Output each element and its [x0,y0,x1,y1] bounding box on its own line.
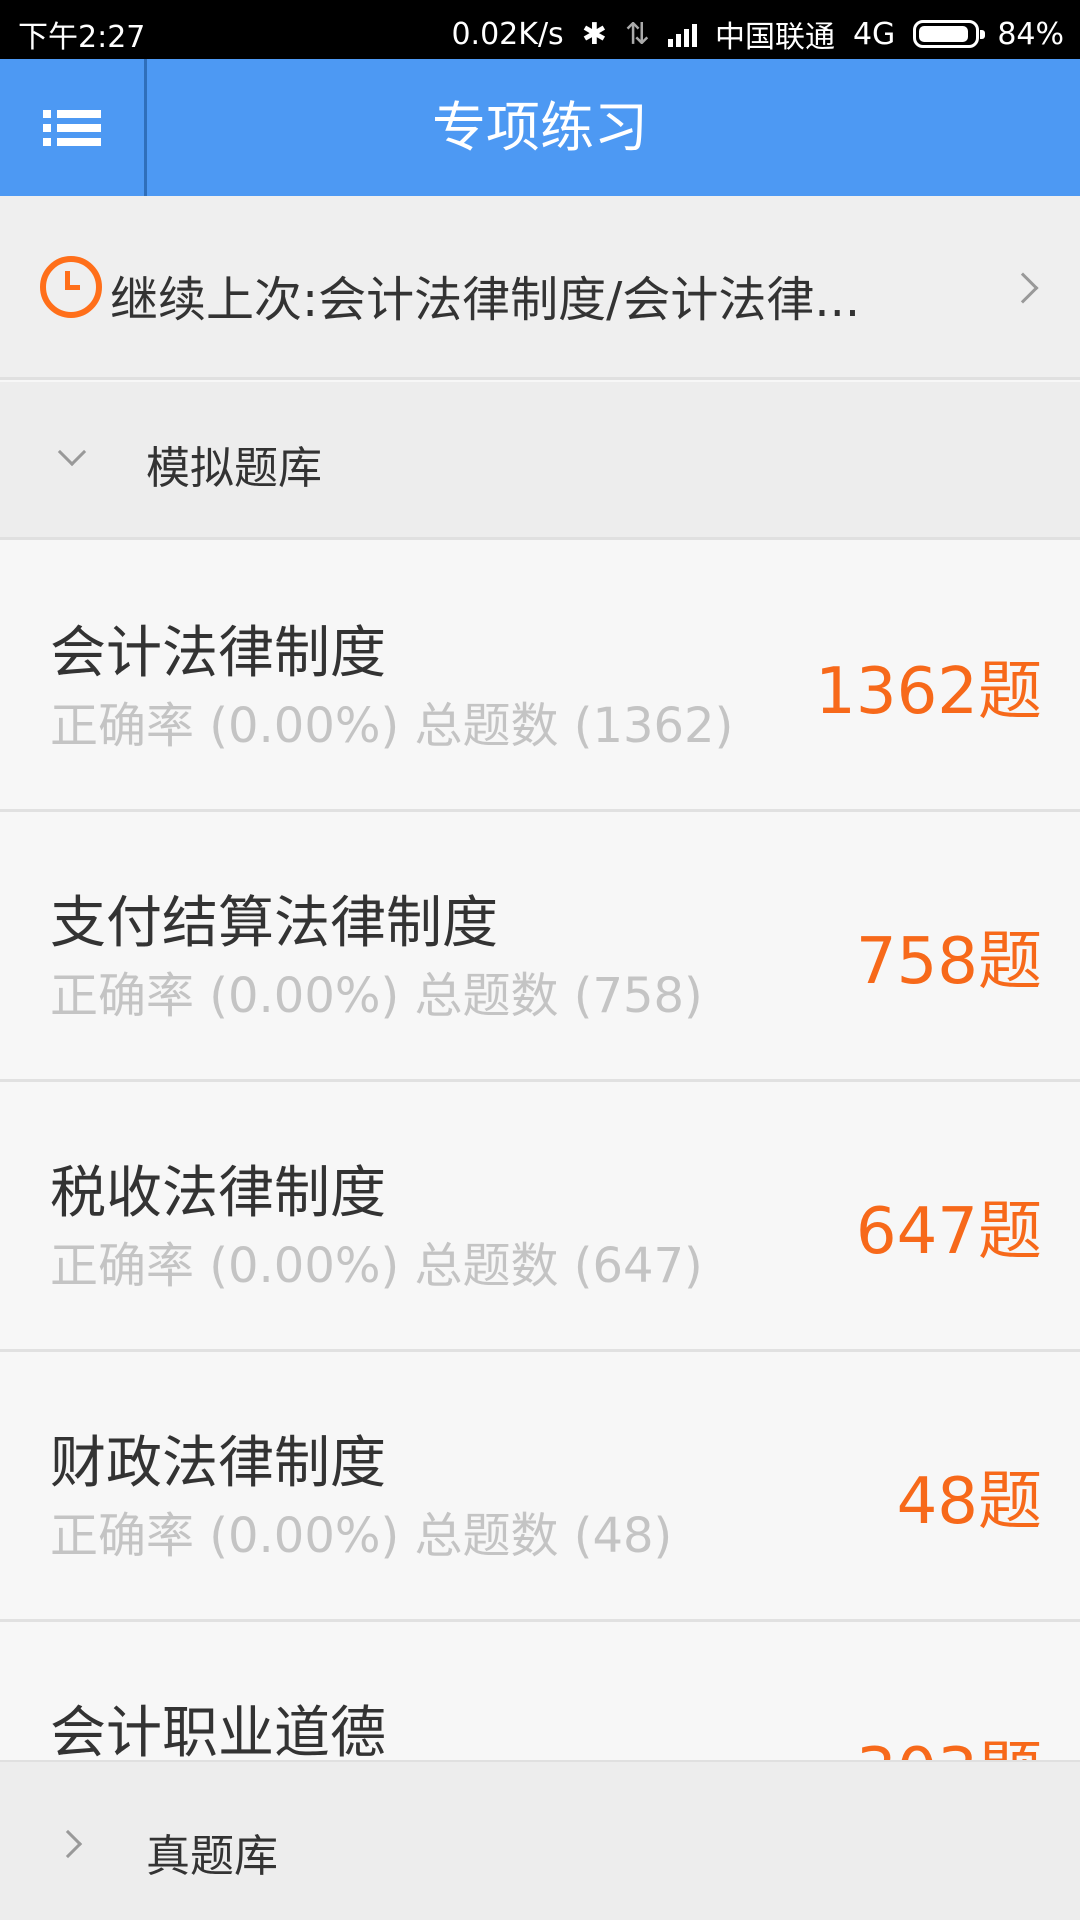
page-title: 专项练习 [432,96,648,159]
item-subtitle: 正确率 (0.00%) 总题数 (647) [50,1238,703,1294]
item-subtitle: 正确率 (0.00%) 总题数 (48) [50,1508,673,1564]
item-title: 财政法律制度 [50,1431,386,1496]
item-count: 758题 [855,925,1042,999]
item-subtitle: 正确率 (0.00%) 总题数 (758) [50,968,703,1024]
resume-last-practice[interactable]: 继续上次:会计法律制度/会计法律... [0,196,1080,380]
status-time: 下午2:27 [18,20,146,55]
resume-label: 继续上次:会计法律制度/会计法律... [110,272,861,328]
item-title: 税收法律制度 [50,1161,386,1226]
network-type: 4G [852,16,896,52]
app-bar: 专项练习 [0,59,1080,196]
item-count: 48题 [896,1465,1042,1539]
item-title: 会计法律制度 [50,621,386,686]
item-count: 303题 [856,1720,1042,1760]
item-title: 支付结算法律制度 [50,891,498,956]
list-item[interactable]: 会计职业道德 303题 [0,1622,1080,1760]
group-header-real-exam-bank[interactable]: 真题库 [0,1760,1080,1920]
chevron-down-icon [57,437,87,467]
group-header-simulated-bank[interactable]: 模拟题库 [0,382,1080,540]
group-title: 模拟题库 [146,443,322,494]
bluetooth-icon: ✱ [581,16,607,52]
status-bar: 下午2:27 0.02K/s ✱ ⇅ 中国联通 4G 84% [0,0,1080,59]
list-item[interactable]: 财政法律制度 正确率 (0.00%) 总题数 (48) 48题 [0,1352,1080,1622]
chapter-list: 会计法律制度 正确率 (0.00%) 总题数 (1362) 1362题 支付结算… [0,542,1080,1760]
chevron-right-icon [53,1829,83,1859]
data-arrows-icon: ⇅ [624,16,650,52]
net-speed: 0.02K/s [451,16,564,52]
menu-list-icon [43,104,101,152]
signal-icon [667,21,697,47]
group-title: 真题库 [146,1831,278,1882]
carrier-label: 中国联通 [714,20,835,55]
status-right: 0.02K/s ✱ ⇅ 中国联通 4G 84% [451,12,1064,56]
item-count: 647题 [855,1195,1042,1269]
clock-icon [40,256,102,318]
item-title: 会计职业道德 [50,1701,386,1760]
list-item[interactable]: 税收法律制度 正确率 (0.00%) 总题数 (647) 647题 [0,1082,1080,1352]
item-subtitle: 正确率 (0.00%) 总题数 (1362) [50,698,734,754]
menu-button[interactable] [0,59,147,196]
list-item[interactable]: 会计法律制度 正确率 (0.00%) 总题数 (1362) 1362题 [0,542,1080,812]
item-count: 1362题 [815,655,1042,729]
list-item[interactable]: 支付结算法律制度 正确率 (0.00%) 总题数 (758) 758题 [0,812,1080,1082]
chevron-right-icon [1007,272,1039,304]
battery-icon [913,20,986,48]
battery-percent: 84% [997,16,1064,52]
